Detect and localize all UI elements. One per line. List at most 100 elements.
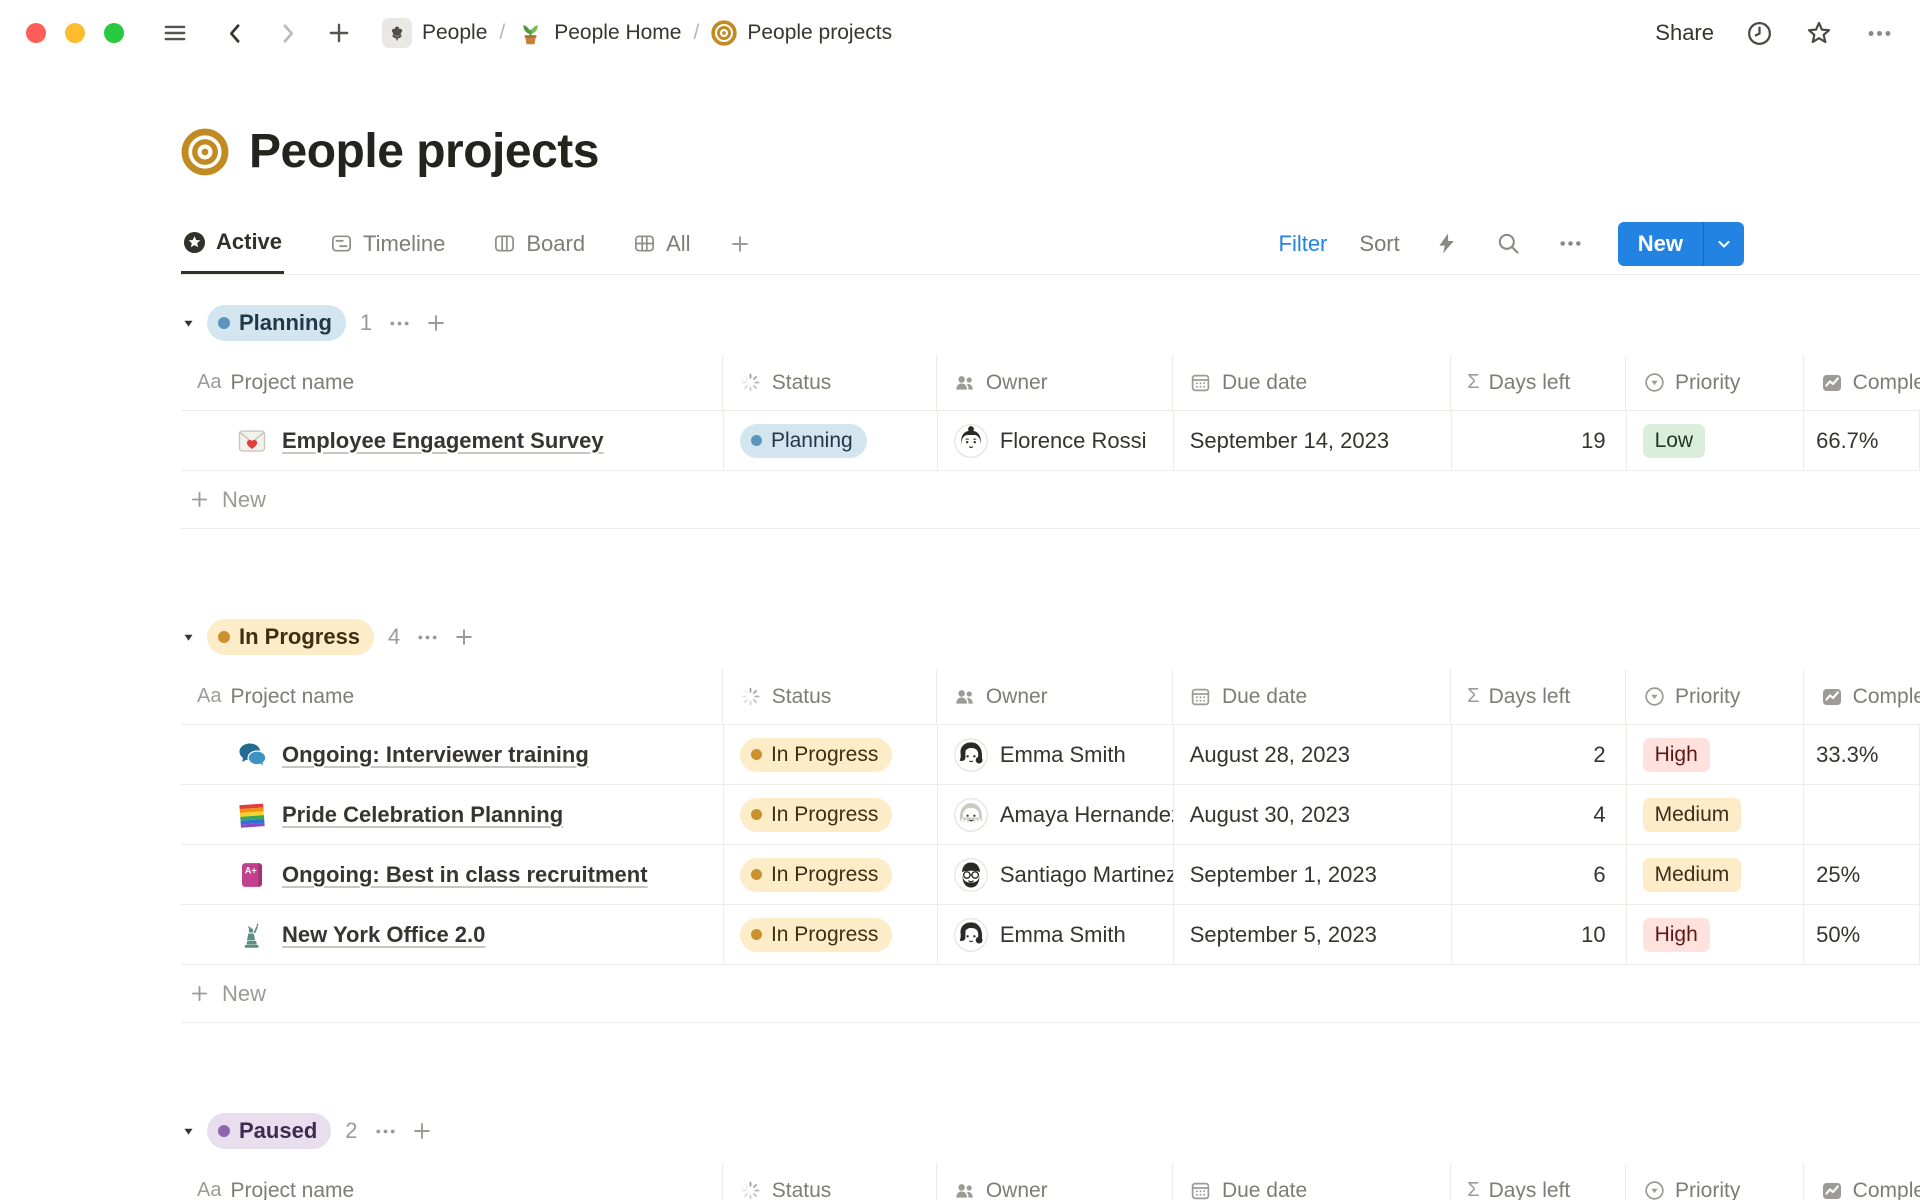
project-name-link[interactable]: Pride Celebration Planning: [282, 802, 563, 828]
status-cell[interactable]: In Progress: [724, 725, 938, 784]
column-header-project-name[interactable]: AaProject name: [181, 355, 723, 410]
project-name-cell[interactable]: Ongoing: Best in class recruitment: [181, 845, 724, 904]
column-header-owner[interactable]: Owner: [937, 1163, 1173, 1200]
sidebar-menu-icon[interactable]: [160, 18, 190, 48]
column-header-days-left[interactable]: ΣDays left: [1451, 669, 1626, 724]
priority-cell[interactable]: Medium: [1627, 785, 1805, 844]
chevron-down-icon[interactable]: [1704, 222, 1744, 266]
column-header-status[interactable]: Status: [723, 355, 937, 410]
status-cell[interactable]: In Progress: [724, 785, 938, 844]
forward-icon[interactable]: [272, 18, 302, 48]
view-more-icon[interactable]: [1556, 229, 1586, 259]
group-add-icon[interactable]: [425, 312, 447, 334]
owner-cell[interactable]: Emma Smith: [938, 905, 1174, 964]
project-name-link[interactable]: Ongoing: Interviewer training: [282, 742, 589, 768]
due-date-cell[interactable]: September 14, 2023: [1174, 411, 1452, 470]
tab-all[interactable]: All: [631, 213, 692, 274]
new-page-icon[interactable]: [324, 18, 354, 48]
due-date-cell[interactable]: September 5, 2023: [1174, 905, 1452, 964]
group-status-pill[interactable]: Planning: [207, 305, 346, 341]
add-row-button[interactable]: New: [181, 965, 1920, 1023]
project-name-cell[interactable]: Pride Celebration Planning: [181, 785, 724, 844]
group-more-icon[interactable]: [388, 312, 411, 335]
column-header-due-date[interactable]: Due date: [1173, 355, 1451, 410]
column-header-project-name[interactable]: AaProject name: [181, 1163, 723, 1200]
breadcrumb-people-projects[interactable]: People projects: [703, 16, 900, 50]
project-name-link[interactable]: Ongoing: Best in class recruitment: [282, 862, 648, 888]
add-view-icon[interactable]: [729, 213, 751, 274]
group-more-icon[interactable]: [374, 1120, 397, 1143]
group-more-icon[interactable]: [416, 626, 439, 649]
minimize-window-button[interactable]: [65, 23, 85, 43]
column-header-days-left[interactable]: ΣDays left: [1451, 355, 1626, 410]
column-header-days-left[interactable]: ΣDays left: [1451, 1163, 1626, 1200]
priority-cell[interactable]: High: [1627, 905, 1805, 964]
completion-cell[interactable]: 33.3%: [1804, 725, 1920, 784]
completion-cell[interactable]: 50%: [1804, 905, 1920, 964]
group-add-icon[interactable]: [453, 626, 475, 648]
group-status-pill[interactable]: In Progress: [207, 619, 374, 655]
new-button-label[interactable]: New: [1618, 222, 1703, 266]
status-cell[interactable]: In Progress: [724, 845, 938, 904]
completion-cell[interactable]: 25%: [1804, 845, 1920, 904]
close-window-button[interactable]: [26, 23, 46, 43]
due-date-cell[interactable]: August 30, 2023: [1174, 785, 1452, 844]
group-status-pill[interactable]: Paused: [207, 1113, 331, 1149]
days-left-cell[interactable]: 10: [1452, 905, 1627, 964]
collapse-toggle-icon[interactable]: [181, 1124, 207, 1139]
filter-button[interactable]: Filter: [1279, 231, 1328, 257]
column-header-priority[interactable]: Priority: [1626, 355, 1804, 410]
project-name-link[interactable]: New York Office 2.0: [282, 922, 485, 948]
breadcrumb-people-home[interactable]: People Home: [509, 16, 689, 51]
column-header-priority[interactable]: Priority: [1626, 1163, 1804, 1200]
owner-cell[interactable]: Emma Smith: [938, 725, 1174, 784]
status-cell[interactable]: In Progress: [724, 905, 938, 964]
completion-cell[interactable]: [1804, 785, 1920, 844]
collapse-toggle-icon[interactable]: [181, 630, 207, 645]
tab-board[interactable]: Board: [491, 213, 587, 274]
project-name-cell[interactable]: Employee Engagement Survey: [181, 411, 724, 470]
column-header-completion[interactable]: Completion: [1804, 1163, 1920, 1200]
completion-cell[interactable]: 66.7%: [1804, 411, 1920, 470]
more-options-icon[interactable]: [1864, 18, 1894, 48]
project-name-cell[interactable]: Ongoing: Interviewer training: [181, 725, 724, 784]
search-icon[interactable]: [1494, 229, 1524, 259]
group-add-icon[interactable]: [411, 1120, 433, 1142]
owner-cell[interactable]: Santiago Martinez: [938, 845, 1174, 904]
project-name-link[interactable]: Employee Engagement Survey: [282, 428, 604, 454]
share-button[interactable]: Share: [1655, 20, 1714, 46]
days-left-cell[interactable]: 4: [1452, 785, 1627, 844]
owner-cell[interactable]: Amaya Hernandez: [938, 785, 1174, 844]
days-left-cell[interactable]: 19: [1452, 411, 1627, 470]
new-button[interactable]: New: [1618, 222, 1744, 266]
zoom-window-button[interactable]: [104, 23, 124, 43]
column-header-completion[interactable]: Completion: [1804, 669, 1920, 724]
tab-active[interactable]: Active: [181, 213, 284, 274]
priority-cell[interactable]: Medium: [1627, 845, 1805, 904]
priority-cell[interactable]: High: [1627, 725, 1805, 784]
collapse-toggle-icon[interactable]: [181, 316, 207, 331]
tab-timeline[interactable]: Timeline: [328, 213, 447, 274]
sort-button[interactable]: Sort: [1359, 231, 1399, 257]
updates-clock-icon[interactable]: [1744, 18, 1774, 48]
column-header-owner[interactable]: Owner: [937, 669, 1173, 724]
column-header-completion[interactable]: Completion: [1804, 355, 1920, 410]
bullseye-icon[interactable]: [181, 128, 229, 176]
column-header-due-date[interactable]: Due date: [1173, 1163, 1451, 1200]
add-row-button[interactable]: New: [181, 471, 1920, 529]
column-header-project-name[interactable]: AaProject name: [181, 669, 723, 724]
owner-cell[interactable]: Florence Rossi: [938, 411, 1174, 470]
page-title[interactable]: People projects: [249, 124, 599, 179]
column-header-status[interactable]: Status: [723, 669, 937, 724]
column-header-due-date[interactable]: Due date: [1173, 669, 1451, 724]
favorite-star-icon[interactable]: [1804, 18, 1834, 48]
days-left-cell[interactable]: 6: [1452, 845, 1627, 904]
column-header-owner[interactable]: Owner: [937, 355, 1173, 410]
due-date-cell[interactable]: September 1, 2023: [1174, 845, 1452, 904]
project-name-cell[interactable]: New York Office 2.0: [181, 905, 724, 964]
breadcrumb-people[interactable]: People: [374, 14, 495, 52]
back-icon[interactable]: [220, 18, 250, 48]
days-left-cell[interactable]: 2: [1452, 725, 1627, 784]
status-cell[interactable]: Planning: [724, 411, 938, 470]
due-date-cell[interactable]: August 28, 2023: [1174, 725, 1452, 784]
